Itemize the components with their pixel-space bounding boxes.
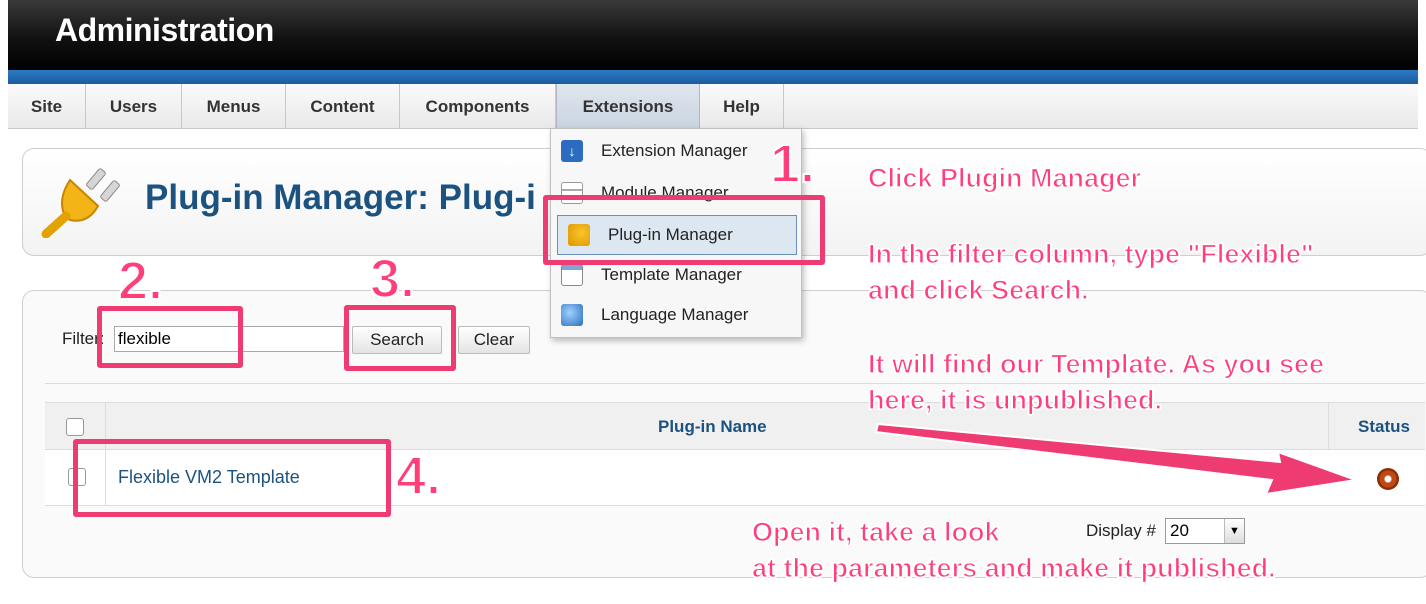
menu-site[interactable]: Site bbox=[8, 84, 86, 129]
step-4-label: 4. bbox=[395, 445, 442, 507]
note-find-line1: It will find our Template. As you see bbox=[867, 348, 1325, 379]
extension-manager-icon: ↓ bbox=[561, 140, 583, 162]
column-header-plugin-name[interactable]: Plug-in Name bbox=[658, 417, 767, 437]
menu-users[interactable]: Users bbox=[86, 84, 182, 129]
template-manager-icon bbox=[561, 264, 583, 286]
select-all-checkbox[interactable] bbox=[66, 418, 84, 436]
annotation-arrow bbox=[874, 422, 1357, 496]
menu-item-label: Template Manager bbox=[601, 265, 742, 284]
highlight-plugin-manager bbox=[543, 195, 825, 265]
clear-button[interactable]: Clear bbox=[458, 326, 530, 354]
divider bbox=[45, 383, 1425, 384]
highlight-plugin-row bbox=[73, 439, 391, 517]
unpublished-status-icon[interactable] bbox=[1377, 468, 1399, 490]
menu-content[interactable]: Content bbox=[286, 84, 400, 129]
menu-components[interactable]: Components bbox=[400, 84, 556, 129]
display-count-value: 20 bbox=[1170, 521, 1189, 540]
step-1-label: 1. bbox=[769, 133, 816, 195]
note-open-line1: Open it, take a look bbox=[751, 516, 1000, 547]
menu-help[interactable]: Help bbox=[700, 84, 784, 129]
step-2-label: 2. bbox=[117, 250, 164, 312]
page-title: Plug-in Manager: Plug-i bbox=[145, 178, 536, 217]
menu-item-label: Language Manager bbox=[601, 305, 749, 324]
menu-item-extension-manager[interactable]: ↓ Extension Manager bbox=[551, 131, 803, 171]
menu-extensions[interactable]: Extensions bbox=[556, 84, 700, 129]
note-filter-line1: In the filter column, type "Flexible" bbox=[867, 238, 1314, 269]
dropdown-arrow-icon: ▼ bbox=[1224, 519, 1244, 543]
language-manager-icon bbox=[561, 304, 583, 326]
menu-menus[interactable]: Menus bbox=[182, 84, 286, 129]
header-accent-bar bbox=[8, 70, 1418, 84]
note-open-line2: at the parameters and make it published. bbox=[751, 552, 1276, 583]
highlight-search-button bbox=[344, 305, 456, 371]
menu-item-language-manager[interactable]: Language Manager bbox=[551, 295, 803, 335]
main-menu-bar: Site Users Menus Content Components Exte… bbox=[8, 84, 1418, 129]
plugin-icon bbox=[41, 168, 120, 238]
menu-item-label: Extension Manager bbox=[601, 141, 748, 160]
display-count-select[interactable]: 20 ▼ bbox=[1165, 518, 1245, 544]
note-click-plugin-manager: Click Plugin Manager bbox=[867, 162, 1142, 193]
note-filter-line2: and click Search. bbox=[867, 274, 1089, 305]
step-3-label: 3. bbox=[369, 248, 416, 310]
admin-title: Administration bbox=[55, 12, 274, 48]
highlight-filter-input bbox=[97, 306, 243, 368]
display-label: Display # bbox=[1086, 521, 1156, 540]
